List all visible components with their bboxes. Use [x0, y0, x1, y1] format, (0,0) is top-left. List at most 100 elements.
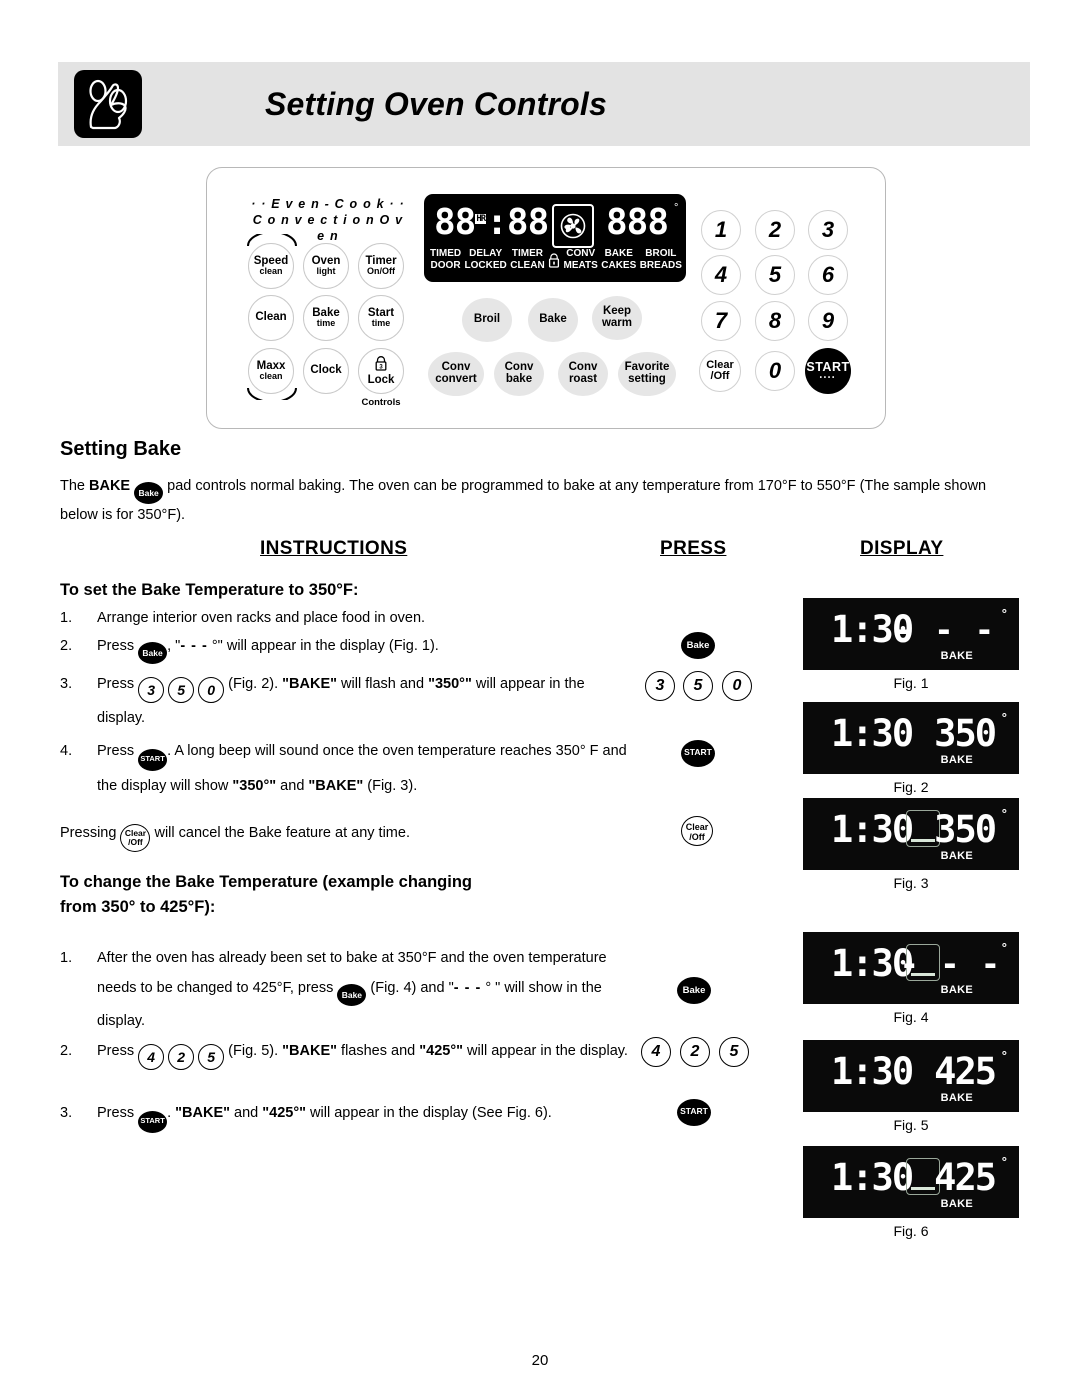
section1-step-2: 2. Press Bake, "- - - °" will appear in … [60, 631, 635, 664]
figure-bake-indicator: BAKE [940, 1092, 973, 1104]
hand-pressing-button-icon [74, 70, 142, 138]
press-clear-off[interactable]: Clear/Off [681, 816, 713, 846]
keypad-3[interactable]: 3 [808, 210, 848, 250]
key-label: Broil [473, 313, 501, 326]
key-bake-time[interactable]: Bake time [303, 295, 349, 341]
keypad-5[interactable]: 5 [755, 255, 795, 295]
press-2[interactable]: 2 [680, 1037, 710, 1067]
section1-cancel-note: Pressing Clear/Off will cancel the Bake … [60, 818, 635, 852]
press-start-2[interactable]: START •••• [677, 1099, 711, 1135]
figure-degree: ° [1001, 606, 1007, 621]
figure-caption: Fig. 3 [893, 875, 929, 891]
press-bake-2[interactable]: Bake [677, 977, 711, 1004]
figure-screen: 1:30 425 ° BAKE [803, 1040, 1019, 1112]
figure-temp: 425 [934, 1156, 997, 1199]
key-clean[interactable]: Clean [248, 295, 294, 341]
step-number: 2. [60, 638, 73, 654]
figure-temp: - - - [893, 611, 995, 649]
press-4[interactable]: 4 [641, 1037, 671, 1067]
indicator-conv-meats: CONV MEATS [563, 248, 598, 271]
key-start-time[interactable]: Start time [358, 295, 404, 341]
figure-bake-indicator: BAKE [940, 1198, 973, 1210]
section1-step-3: 3. Press 3 5 0 (Fig. 2). "BAKE" will fla… [60, 669, 635, 733]
page-title: Setting Oven Controls [265, 85, 607, 122]
step-number: 3. [60, 676, 73, 692]
key-clock[interactable]: Clock [303, 348, 349, 394]
key-sublabel: light [316, 266, 336, 277]
key-label: Lock [367, 373, 395, 386]
figure-time: 1:30 [831, 1156, 914, 1199]
press-0[interactable]: 0 [722, 671, 752, 701]
keypad-6[interactable]: 6 [808, 255, 848, 295]
keypad-8[interactable]: 8 [755, 301, 795, 341]
keypad-2[interactable]: 2 [755, 210, 795, 250]
start-pad-icon: START [138, 1111, 168, 1133]
figure-bake-indicator: BAKE [940, 650, 973, 662]
key-keep-warm[interactable]: Keep warm [592, 296, 642, 340]
figure-temp: - - - [899, 945, 1001, 983]
section2-step-1: 1. After the oven has already been set t… [60, 943, 635, 1036]
key-speed-clean[interactable]: Speed clean [248, 243, 294, 289]
key-favorite-setting[interactable]: Favorite setting [618, 352, 676, 396]
figure-degree: ° [1001, 1048, 1007, 1063]
column-header-press: PRESS [660, 538, 727, 559]
figure-temp: 350 [934, 808, 997, 851]
figure-bake-indicator: BAKE [940, 984, 973, 996]
setting-bake-intro: The BAKE Bake pad controls normal baking… [60, 478, 987, 523]
keypad-0[interactable]: 0 [755, 351, 795, 391]
convection-fan-icon [552, 204, 594, 248]
figure-temp: 350 [934, 712, 997, 755]
clear-off-pad-icon: Clear/Off [120, 823, 151, 852]
key-label: Clock [310, 364, 342, 377]
press-3[interactable]: 3 [645, 671, 675, 701]
figure-caption: Fig. 1 [893, 675, 929, 691]
keypad-clear-off[interactable]: Clear /Off [699, 350, 741, 392]
key-sublabel: roast [568, 373, 598, 385]
key-timer-on-off[interactable]: Timer On/Off [358, 243, 404, 289]
keypad-4[interactable]: 4 [701, 255, 741, 295]
display-time-right: 88 [506, 202, 549, 243]
key-conv-bake[interactable]: Conv bake [494, 352, 544, 396]
display-time-left: 88 [434, 202, 476, 243]
key-oven-light[interactable]: Oven light [303, 243, 349, 289]
key-broil[interactable]: Broil [462, 298, 512, 342]
padlock-icon: 3 [374, 355, 388, 375]
column-header-instructions: INSTRUCTIONS [260, 538, 408, 559]
figure-time: 1:30 [831, 808, 914, 851]
indicator-timer-clean: TIMER CLEAN [510, 248, 545, 271]
lock-controls-caption: Controls [361, 397, 401, 408]
indicator-timed-door: TIMED DOOR [430, 248, 462, 271]
figure-caption: Fig. 5 [893, 1117, 929, 1133]
section2-step-2: 2. Press 4 2 5 (Fig. 5). "BAKE" flashes … [60, 1036, 635, 1070]
figure-6: 1:30 425 ° BAKE Fig. 6 [803, 1146, 1019, 1239]
key-conv-convert[interactable]: Conv convert [428, 352, 484, 396]
press-5[interactable]: 5 [683, 671, 713, 701]
keypad-1[interactable]: 1 [701, 210, 741, 250]
key-label: START [806, 360, 850, 375]
press-5b[interactable]: 5 [719, 1037, 749, 1067]
figure-caption: Fig. 6 [893, 1223, 929, 1239]
display-time: 88HR:88 [434, 202, 549, 243]
step-number: 3. [60, 1105, 73, 1121]
key-bake[interactable]: Bake [528, 298, 578, 342]
keypad-7[interactable]: 7 [701, 301, 741, 341]
press-start-1[interactable]: START •••• [681, 740, 715, 776]
key-sublabel: time [316, 318, 336, 329]
section1-step-1: 1. Arrange interior oven racks and place… [60, 603, 635, 633]
press-bake-1[interactable]: Bake [681, 632, 715, 659]
figure-bake-indicator: BAKE [940, 754, 973, 766]
key-sublabel: bake [505, 373, 533, 385]
section1-step-4: 4. Press START. A long beep will sound o… [60, 736, 635, 801]
step-number: 4. [60, 743, 73, 759]
key-lock-controls[interactable]: 3 Lock [358, 348, 404, 394]
keypad-9[interactable]: 9 [808, 301, 848, 341]
figure-screen: 1:30 425 ° BAKE [803, 1146, 1019, 1218]
keypad-start[interactable]: START •••• [805, 348, 851, 394]
maxx-clean-arc-icon [247, 387, 297, 400]
key-conv-roast[interactable]: Conv roast [558, 352, 608, 396]
step-text: Press START. "BAKE" and "425°" will appe… [97, 1098, 635, 1133]
step-text: After the oven has already been set to b… [97, 950, 607, 1029]
manual-page: Setting Oven Controls · · E v e n - C o … [0, 0, 1080, 1397]
key-sublabel: On/Off [367, 266, 395, 277]
figure-bake-indicator: BAKE [940, 850, 973, 862]
